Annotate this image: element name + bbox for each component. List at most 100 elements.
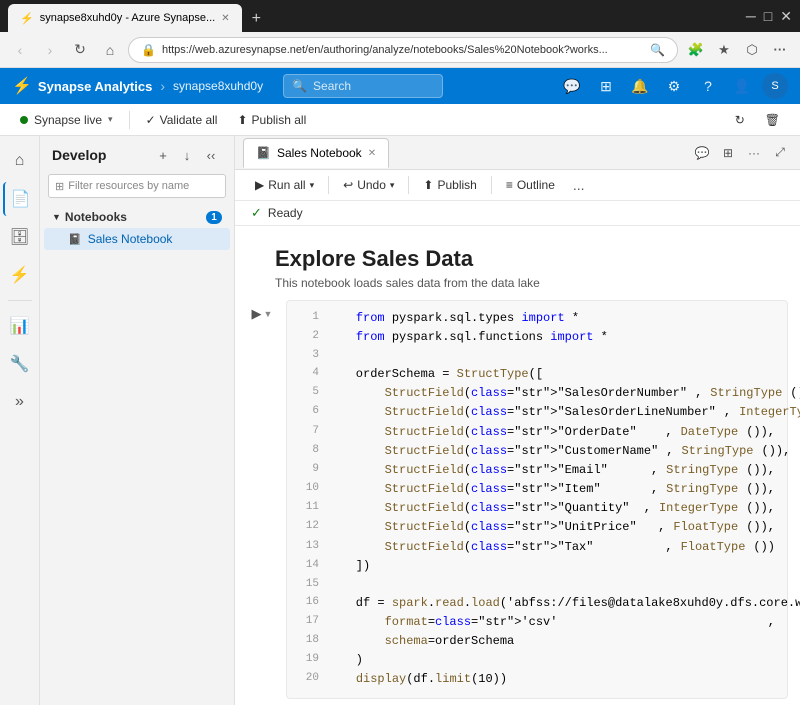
toolbar-sep-2 <box>408 176 409 194</box>
address-bar[interactable]: 🔒 https://web.azuresynapse.net/en/author… <box>128 37 678 63</box>
publish-btn[interactable]: ⬆ Publish <box>415 175 484 195</box>
cell-copy-btn[interactable]: ⧉ <box>715 305 735 325</box>
toolbar-more-btn[interactable]: ... <box>567 174 591 196</box>
collapse-panel-btn[interactable]: ‹‹ <box>200 144 222 166</box>
active-browser-tab[interactable]: ⚡ synapse8xuhd0y - Azure Synapse... ✕ <box>8 4 242 32</box>
panel-header: Develop + ↓ ‹‹ <box>40 136 234 174</box>
refresh-btn[interactable]: ↻ <box>68 38 92 62</box>
left-panel: Develop + ↓ ‹‹ ⊞ Filter resources by nam… <box>40 136 235 705</box>
cell-more-btn[interactable]: ··· <box>737 305 757 325</box>
discard-icon: 🗑 <box>765 113 780 127</box>
code-lines: 1 from pyspark.sql.types import * 2 from… <box>299 309 775 690</box>
add-resource-btn[interactable]: + <box>152 144 174 166</box>
chat-icon-btn[interactable]: 💬 <box>558 72 586 100</box>
tab-close-btn[interactable]: ✕ <box>221 13 229 24</box>
main-area: ⌂ 📄 🗄 ⚡ 📊 🔧 » Develop + ↓ ‹‹ ⊞ Filter re… <box>0 136 800 705</box>
status-text: Ready <box>268 206 303 220</box>
notebook-tab-bar: 📓 Sales Notebook ✕ 💬 ⊞ ··· ⤢ <box>235 136 800 170</box>
sales-notebook-tab[interactable]: 📓 Sales Notebook ✕ <box>243 138 389 168</box>
edge-menu-btn[interactable]: ··· <box>768 38 792 62</box>
line-number: 6 <box>299 403 319 422</box>
forward-btn[interactable]: › <box>38 38 62 62</box>
notebook-content[interactable]: Explore Sales Data This notebook loads s… <box>235 226 800 705</box>
outline-btn[interactable]: ≡ Outline <box>498 175 563 195</box>
validate-all-btn[interactable]: ✓ Validate all <box>138 110 226 130</box>
code-cell[interactable]: ML ⧉ ··· 🗑 1 from pyspark.sql.types impo… <box>286 300 788 699</box>
tab-share-btn[interactable]: ⊞ <box>716 141 740 165</box>
publish-all-btn[interactable]: ⬆ Publish all <box>229 110 314 130</box>
line-number: 18 <box>299 632 319 651</box>
close-btn[interactable]: ✕ <box>780 8 792 25</box>
search-icon: 🔍 <box>292 79 307 93</box>
user-avatar[interactable]: S <box>762 73 788 99</box>
refresh-btn[interactable]: ↻ <box>727 110 753 130</box>
undo-btn[interactable]: ↩ Undo ▾ <box>335 175 402 195</box>
filter-box[interactable]: ⊞ Filter resources by name <box>48 174 226 198</box>
apps-icon-btn[interactable]: ⊞ <box>592 72 620 100</box>
import-btn[interactable]: ↓ <box>176 144 198 166</box>
sidebar-manage-btn[interactable]: 🔧 <box>3 347 37 381</box>
tab-more-btn[interactable]: ··· <box>742 141 766 165</box>
sales-notebook-item[interactable]: 📓 Sales Notebook <box>44 228 230 250</box>
code-line: 3 <box>299 347 775 365</box>
line-number: 11 <box>299 499 319 518</box>
favorites-btn[interactable]: ★ <box>712 38 736 62</box>
tab-expand-btn[interactable]: ⤢ <box>768 141 792 165</box>
sidebar-integrate-btn[interactable]: ⚡ <box>3 258 37 292</box>
undo-chevron: ▾ <box>390 180 395 191</box>
cell-collapse-btn[interactable]: ▼ <box>264 309 273 319</box>
code-line: 15 <box>299 576 775 594</box>
content-area: 📓 Sales Notebook ✕ 💬 ⊞ ··· ⤢ ▶ Run all ▾ <box>235 136 800 705</box>
bell-icon-btn[interactable]: 🔔 <box>626 72 654 100</box>
search-placeholder: Search <box>313 79 351 93</box>
cell-ml-btn[interactable]: ML <box>693 305 713 325</box>
back-btn[interactable]: ‹ <box>8 38 32 62</box>
line-code: StructField(class="str">"Email" <box>327 461 643 480</box>
notebooks-section-header[interactable]: ▼ Notebooks 1 <box>44 206 230 228</box>
filter-placeholder: Filter resources by name <box>68 180 189 192</box>
help-icon-btn[interactable]: ? <box>694 72 722 100</box>
sidebar-data-btn[interactable]: 🗄 <box>3 220 37 254</box>
minimize-btn[interactable]: ─ <box>746 8 756 24</box>
notebook-item-icon: 📓 <box>68 233 82 246</box>
line-code: ]) <box>327 557 775 576</box>
tab-close-icon[interactable]: ✕ <box>368 148 376 159</box>
publish-all-label: Publish all <box>252 113 307 127</box>
new-tab-button[interactable]: + <box>244 6 269 32</box>
code-line: 14 ]) <box>299 557 775 576</box>
tab-notebook-label: Sales Notebook <box>277 146 362 160</box>
settings-icon-btn[interactable]: ⚙ <box>660 72 688 100</box>
synapse-live-chevron: ▾ <box>108 114 113 125</box>
window-controls: ─ □ ✕ <box>746 8 792 25</box>
home-btn[interactable]: ⌂ <box>98 38 122 62</box>
run-all-btn[interactable]: ▶ Run all ▾ <box>247 175 322 195</box>
notebook-heading: Explore Sales Data This notebook loads s… <box>235 226 800 296</box>
header-search[interactable]: 🔍 Search <box>283 74 443 98</box>
line-number: 1 <box>299 309 319 328</box>
line-number: 9 <box>299 461 319 480</box>
code-line: 18 schema=orderSchema <box>299 632 775 651</box>
workspace-breadcrumb[interactable]: synapse8xuhd0y <box>173 79 263 93</box>
run-all-label: Run all <box>268 178 305 192</box>
tab-notebook-icon: 📓 <box>256 146 271 160</box>
collections-btn[interactable]: ⬡ <box>740 38 764 62</box>
cell-delete-btn[interactable]: 🗑 <box>759 305 779 325</box>
sidebar-expand-btn[interactable]: » <box>3 385 37 419</box>
toolbar-separator-1 <box>129 111 130 129</box>
line-code: StructField(class="str">"Quantity" <box>327 499 636 518</box>
browser-chrome: ⚡ synapse8xuhd0y - Azure Synapse... ✕ + … <box>0 0 800 68</box>
discard-btn[interactable]: 🗑 <box>757 110 788 130</box>
sidebar-develop-btn[interactable]: 📄 <box>3 182 37 216</box>
publish-label: Publish <box>437 178 476 192</box>
run-icon: ▶ <box>255 178 264 192</box>
restore-btn[interactable]: □ <box>764 8 772 24</box>
synapse-live: Synapse live ▾ <box>12 110 121 130</box>
extensions-btn[interactable]: 🧩 <box>684 38 708 62</box>
outline-icon: ≡ <box>506 178 513 192</box>
tab-comment-btn[interactable]: 💬 <box>690 141 714 165</box>
sidebar-home-btn[interactable]: ⌂ <box>3 144 37 178</box>
user-icon-btn[interactable]: 👤 <box>728 72 756 100</box>
run-cell-btn[interactable]: ▶ <box>252 306 262 322</box>
line-number: 13 <box>299 538 319 557</box>
sidebar-monitor-btn[interactable]: 📊 <box>3 309 37 343</box>
